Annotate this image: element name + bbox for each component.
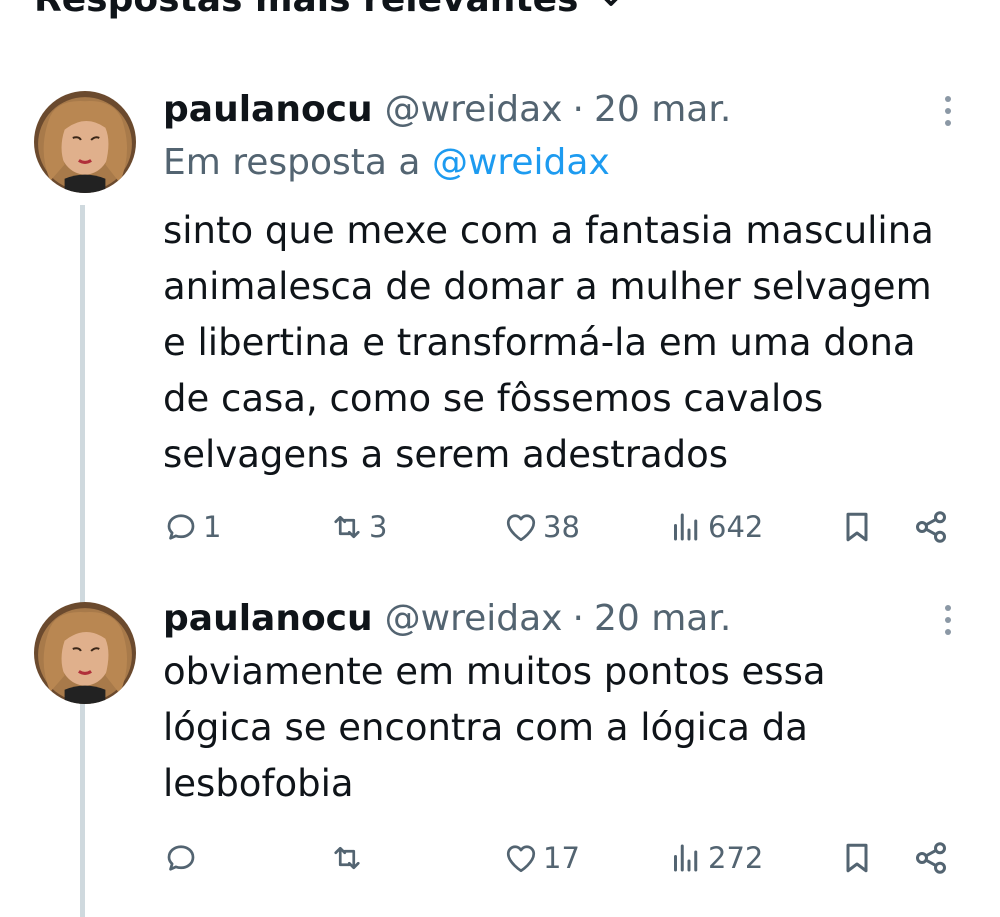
like-count: 38 <box>543 510 580 544</box>
avatar[interactable] <box>34 91 136 193</box>
author-handle[interactable]: @wreidax <box>385 89 563 130</box>
bookmark-button[interactable] <box>839 502 875 552</box>
reply-prefix: Em resposta a <box>163 142 421 183</box>
views-icon <box>674 513 698 541</box>
reply-context: Em resposta a @wreidax <box>163 142 610 183</box>
reply-button[interactable]: 1 <box>163 502 221 552</box>
reply-icon <box>167 845 195 871</box>
chevron-down-icon <box>604 0 619 6</box>
share-button[interactable] <box>913 502 949 552</box>
author-name[interactable]: paulanocu <box>163 89 373 130</box>
views-count: 642 <box>708 510 764 544</box>
tweet-text: obviamente em muitos pontos essa lógica … <box>163 650 826 805</box>
thread-line <box>80 205 85 917</box>
views-icon <box>674 844 698 872</box>
tweet-date[interactable]: 20 mar. <box>594 89 731 130</box>
tweet-actions: 1 3 38 642 <box>163 502 963 552</box>
avatar[interactable] <box>34 602 136 704</box>
author-name[interactable]: paulanocu <box>163 598 373 639</box>
retweet-button[interactable]: 3 <box>329 502 387 552</box>
reply-handle-link[interactable]: @wreidax <box>432 142 610 183</box>
views-count: 272 <box>708 841 764 875</box>
like-button[interactable]: 17 <box>503 833 580 883</box>
tweet-header: paulanocu @wreidax · 20 mar. <box>163 594 731 642</box>
reply-count: 1 <box>203 510 222 544</box>
tweet-date[interactable]: 20 mar. <box>594 598 731 639</box>
more-options-icon[interactable] <box>936 91 960 131</box>
bookmark-icon <box>846 512 868 542</box>
like-button[interactable]: 38 <box>503 502 580 552</box>
share-icon <box>916 842 946 874</box>
views-button[interactable]: 642 <box>668 502 763 552</box>
reply-button[interactable] <box>163 833 203 883</box>
views-button[interactable]: 272 <box>668 833 763 883</box>
tweet-header: paulanocu @wreidax · 20 mar. <box>163 85 731 133</box>
bookmark-icon <box>846 843 868 873</box>
reply-icon <box>167 514 195 540</box>
heart-icon <box>506 845 536 873</box>
retweet-icon <box>334 846 360 870</box>
heart-icon <box>506 514 536 542</box>
share-icon <box>916 511 946 543</box>
share-button[interactable] <box>913 833 949 883</box>
more-options-icon[interactable] <box>936 600 960 640</box>
separator: · <box>572 597 584 639</box>
author-handle[interactable]: @wreidax <box>385 598 563 639</box>
bookmark-button[interactable] <box>839 833 875 883</box>
sort-dropdown[interactable]: Respostas mais relevantes <box>34 0 626 24</box>
tweet-actions: 17 272 <box>163 833 963 883</box>
separator: · <box>572 88 584 130</box>
retweet-icon <box>334 515 360 539</box>
retweet-count: 3 <box>369 510 388 544</box>
retweet-button[interactable] <box>329 833 369 883</box>
tweet-text: sinto que mexe com a fantasia masculina … <box>163 209 934 476</box>
sort-label: Respostas mais relevantes <box>34 0 578 20</box>
like-count: 17 <box>543 841 580 875</box>
